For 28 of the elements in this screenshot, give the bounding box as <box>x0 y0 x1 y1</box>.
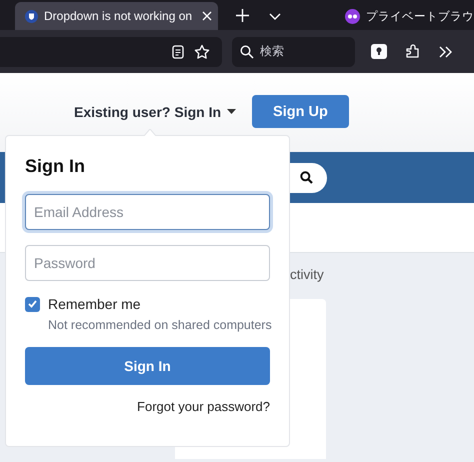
input-field[interactable]: Email Address <box>25 194 270 230</box>
remember-checkbox[interactable] <box>25 296 40 312</box>
private-browsing-label: プライベートブラウ <box>366 8 474 24</box>
search-placeholder: 検索 <box>260 43 284 60</box>
tab-label[interactable]: ctivity <box>290 267 324 282</box>
remember-label: Remember me <box>48 296 141 312</box>
star-icon[interactable] <box>194 44 210 60</box>
mask-icon <box>345 8 360 24</box>
browser-tab[interactable]: Dropdown is not working on <box>15 2 218 30</box>
forgot-password-link[interactable]: Forgot your password? <box>137 399 270 414</box>
remember-hint: Not recommended on shared computers <box>48 318 270 332</box>
chevron-down-icon[interactable] <box>269 13 281 20</box>
reader-view-icon[interactable] <box>172 44 184 58</box>
sign-in-dropdown[interactable]: Existing user? Sign In <box>74 104 236 120</box>
search-field[interactable]: 検索 <box>232 36 355 66</box>
sign-in-button[interactable]: Sign In <box>25 347 270 385</box>
check-icon <box>28 300 37 308</box>
close-icon[interactable] <box>202 11 212 21</box>
sign-up-button[interactable]: Sign Up <box>252 95 349 128</box>
search-icon[interactable] <box>300 171 313 184</box>
chevrons-right-icon[interactable] <box>439 46 452 58</box>
popup-title: Sign In <box>25 156 86 177</box>
tab-title: Dropdown is not working on <box>44 9 194 23</box>
puzzle-icon[interactable] <box>405 44 421 60</box>
new-tab-icon[interactable] <box>236 9 249 22</box>
caret-icon <box>227 109 236 114</box>
input-field[interactable]: Password <box>25 245 270 281</box>
search-icon <box>240 44 254 58</box>
